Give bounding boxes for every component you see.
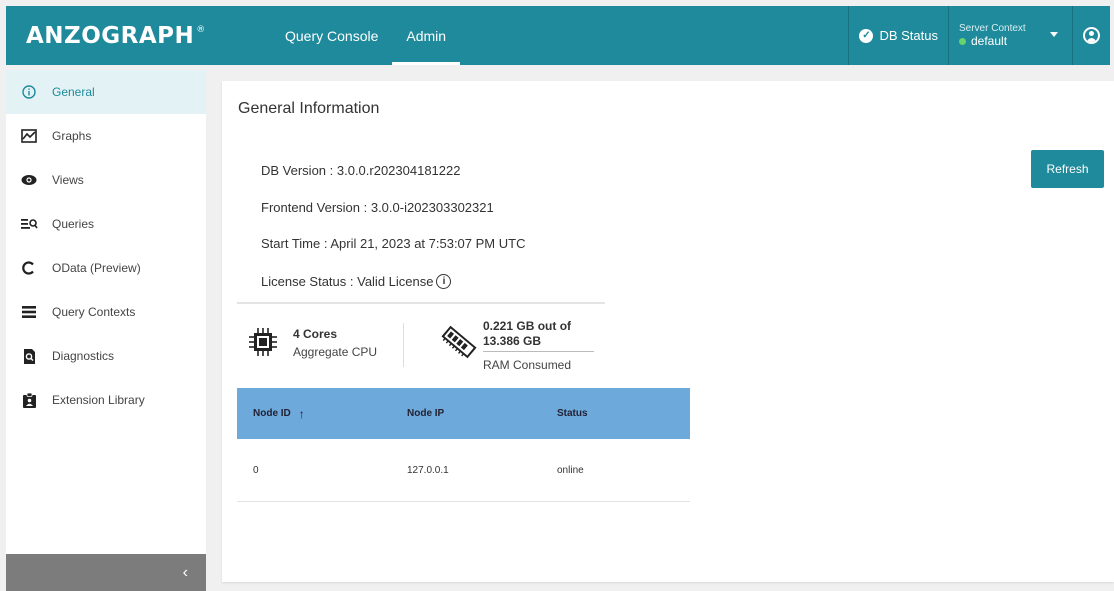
license-status-text: License Status : Valid License: [261, 274, 434, 289]
sidebar-item-odata[interactable]: OData (Preview): [6, 246, 206, 290]
resource-stats: 4 Cores Aggregate CPU 0.221 GB out of 13…: [248, 317, 608, 372]
start-time: Start Time : April 21, 2023 at 7:53:07 P…: [261, 236, 526, 251]
column-header-node-id[interactable]: Node ID ↑: [237, 407, 407, 421]
sidebar-item-queries[interactable]: Queries: [6, 202, 206, 246]
sidebar-item-views[interactable]: Views: [6, 158, 206, 202]
table-header: Node ID ↑ Node IP Status: [237, 388, 690, 439]
cell-node-id: 0: [253, 464, 259, 476]
sidebar-item-query-contexts[interactable]: Query Contexts: [6, 290, 206, 334]
list-icon: [6, 306, 52, 318]
sidebar-item-general[interactable]: General: [6, 70, 206, 114]
query-search-icon: [6, 217, 52, 231]
sidebar-collapse-button[interactable]: ‹: [6, 554, 206, 591]
logo-text: ANZOGRAPH: [26, 22, 195, 49]
sidebar-item-label: Query Contexts: [52, 305, 136, 319]
sidebar-item-extension-library[interactable]: Extension Library: [6, 378, 206, 422]
nodes-table: Node ID ↑ Node IP Status 0 127.0.0.1 onl…: [237, 388, 690, 502]
column-header-status[interactable]: Status: [557, 408, 690, 419]
sidebar-item-label: OData (Preview): [52, 261, 141, 275]
db-status-button[interactable]: ✓ DB Status: [848, 6, 948, 65]
top-app-bar: ANZOGRAPH ® Query Console Admin ✓ DB Stat…: [6, 6, 1110, 65]
tab-query-console[interactable]: Query Console: [271, 6, 392, 65]
refresh-button[interactable]: Refresh: [1031, 150, 1104, 188]
check-circle-icon: ✓: [859, 28, 874, 43]
sidebar-item-label: Views: [52, 173, 84, 187]
frontend-version: Frontend Version : 3.0.0-i202303302321: [261, 200, 494, 215]
info-icon: [6, 85, 52, 99]
top-bar-actions: ✓ DB Status Server Context default: [848, 6, 1110, 65]
license-status: License Status : Valid License i: [261, 274, 452, 289]
sidebar-item-label: General: [52, 85, 95, 99]
ram-underline: [483, 351, 594, 352]
graph-icon: [6, 129, 52, 143]
sidebar-item-label: Extension Library: [52, 393, 145, 407]
ram-label: RAM Consumed: [483, 358, 572, 372]
sidebar-item-label: Graphs: [52, 129, 92, 143]
dropdown-caret-icon: [1050, 32, 1058, 37]
registered-mark: ®: [196, 24, 206, 35]
column-header-label: Node ID: [253, 408, 291, 419]
cpu-label: Aggregate CPU: [293, 345, 378, 359]
ram-consumed-value: 0.221 GB out of 13.386 GB: [483, 319, 572, 348]
server-context-name: default: [971, 34, 1008, 48]
sidebar: General Graphs Views Queries OData (Prev…: [6, 70, 206, 591]
tab-admin[interactable]: Admin: [392, 6, 460, 65]
db-version: DB Version : 3.0.0.r202304181222: [261, 163, 461, 178]
server-context-value: default: [959, 34, 1026, 48]
sidebar-item-diagnostics[interactable]: Diagnostics: [6, 334, 206, 378]
sort-arrow-up-icon[interactable]: ↑: [299, 407, 305, 421]
user-account-icon: [1083, 27, 1100, 44]
sidebar-item-label: Queries: [52, 217, 95, 231]
db-status-label: DB Status: [879, 28, 938, 43]
sidebar-item-graphs[interactable]: Graphs: [6, 114, 206, 158]
ram-memory-icon: [440, 325, 478, 364]
sidebar-item-label: Diagnostics: [52, 349, 115, 363]
eye-icon: [6, 174, 52, 186]
server-context-dropdown[interactable]: Server Context default: [948, 6, 1072, 65]
license-info-icon[interactable]: i: [436, 274, 452, 289]
status-dot-icon: [959, 37, 966, 45]
column-header-node-ip[interactable]: Node IP: [407, 408, 557, 419]
stats-divider: [403, 323, 404, 367]
user-account-button[interactable]: [1072, 6, 1110, 65]
clipboard-icon: [6, 392, 52, 408]
cpu-chip-icon: [248, 327, 278, 362]
server-context-label: Server Context: [959, 23, 1026, 34]
cpu-cores-value: 4 Cores: [293, 327, 338, 341]
general-information-card: General Information Refresh DB Version :…: [222, 81, 1114, 582]
odata-icon: [6, 261, 52, 275]
page-title: General Information: [238, 100, 380, 117]
divider: [237, 302, 605, 304]
cell-node-ip: 127.0.0.1: [407, 464, 449, 476]
chevron-left-icon: ‹: [182, 563, 188, 581]
cell-status: online: [557, 464, 584, 476]
table-row[interactable]: 0 127.0.0.1 online: [237, 439, 690, 502]
app-logo[interactable]: ANZOGRAPH ®: [26, 23, 271, 49]
tab-label: Query Console: [285, 27, 379, 44]
diagnostics-icon: [6, 348, 52, 364]
tab-label: Admin: [406, 27, 447, 44]
